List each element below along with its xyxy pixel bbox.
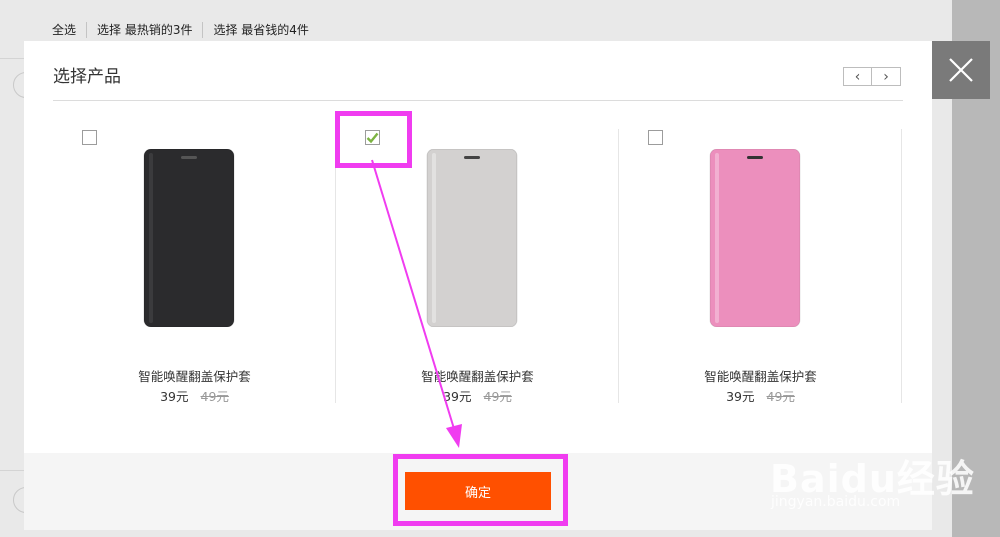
product-card[interactable]: 智能唤醒翻盖保护套 39元 49元 [336,129,619,405]
select-cheapest-link[interactable]: 选择 最省钱的4件 [203,22,318,38]
product-name: 智能唤醒翻盖保护套 [704,369,817,384]
baidu-watermark-url: jingyan.baidu.com [771,494,901,510]
product-checkbox[interactable] [82,130,97,145]
next-page-button[interactable]: › [872,67,901,86]
phone-case-image [143,149,235,327]
phone-case-image [709,149,801,327]
close-icon [949,58,973,82]
dialog-title: 选择产品 [53,67,121,87]
close-button[interactable] [932,41,990,99]
checkbox-highlight-box [335,111,412,168]
bg-divider [0,470,24,471]
product-card[interactable]: 智能唤醒翻盖保护套 39元 49元 [53,129,336,405]
product-price: 39元 [726,389,755,404]
product-list: 智能唤醒翻盖保护套 39元 49元 智能唤醒翻盖保护套 39元 49元 智能唤醒… [53,129,903,405]
prev-page-button[interactable]: ‹ [843,67,872,86]
title-divider [53,100,903,101]
product-price-row: 39元 49元 [53,386,336,405]
select-options-bar: 全选 选择 最热销的3件 选择 最省钱的4件 [48,18,319,42]
bg-divider [0,58,24,59]
product-old-price: 49元 [766,389,795,404]
select-bestselling-link[interactable]: 选择 最热销的3件 [87,22,204,38]
product-price: 39元 [443,389,472,404]
product-old-price: 49元 [200,389,229,404]
product-old-price: 49元 [483,389,512,404]
product-name: 智能唤醒翻盖保护套 [421,369,534,384]
select-all-link[interactable]: 全选 [48,22,88,38]
product-pager: ‹ › [843,67,901,86]
product-price: 39元 [160,389,189,404]
phone-case-image [426,149,518,327]
product-price-row: 39元 49元 [336,386,619,405]
product-price-row: 39元 49元 [619,386,902,405]
confirm-highlight-box [393,454,568,526]
product-checkbox[interactable] [648,130,663,145]
product-card[interactable]: 智能唤醒翻盖保护套 39元 49元 [619,129,902,405]
product-name: 智能唤醒翻盖保护套 [138,369,251,384]
